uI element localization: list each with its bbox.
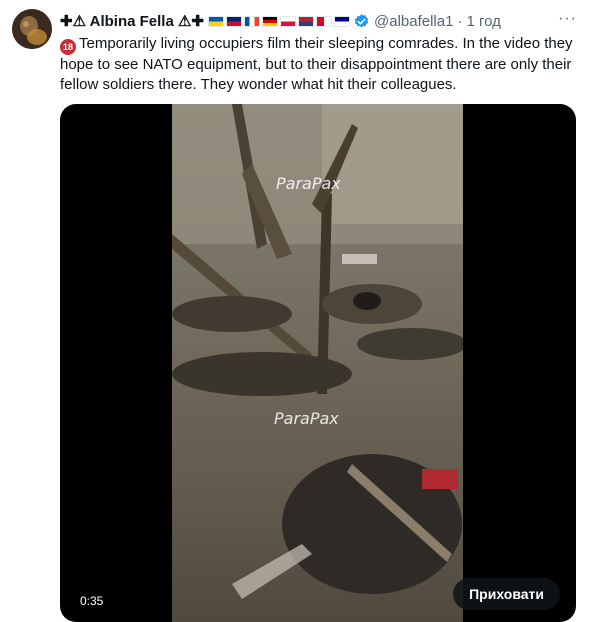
tweet-timestamp[interactable]: 1 год <box>466 13 500 30</box>
watermark: ParaPax <box>276 174 341 193</box>
video-player[interactable]: ParaPax ParaPax 0:35 Приховати <box>60 104 576 622</box>
germany-flag-icon <box>262 15 278 27</box>
video-duration: 0:35 <box>80 594 104 608</box>
ukraine-flag-icon <box>208 15 224 27</box>
france-flag-icon <box>244 15 260 27</box>
separator-dot: · <box>457 12 463 30</box>
author-name[interactable]: ✚⚠ Albina Fella ⚠✚ <box>60 12 204 30</box>
tweet-text: 18 Temporarily living occupiers film thei… <box>60 34 580 95</box>
usa-flag-icon <box>298 15 314 27</box>
australia-flag-icon <box>334 15 350 27</box>
tweet[interactable]: ✚⚠ Albina Fella ⚠✚ @albafella1 · 1 год ·… <box>0 0 591 622</box>
tweet-header: ✚⚠ Albina Fella ⚠✚ @albafella1 · 1 год <box>60 11 579 31</box>
video-frame[interactable]: ParaPax ParaPax <box>172 104 463 622</box>
age-restricted-18-icon: 18 <box>60 39 76 55</box>
poland-flag-icon <box>280 15 296 27</box>
canada-flag-icon <box>316 15 332 27</box>
author-handle[interactable]: @albafella1 <box>374 13 453 30</box>
watermark: ParaPax <box>274 409 339 428</box>
hide-media-button[interactable]: Приховати <box>453 578 560 610</box>
tweet-body: Temporarily living occupiers film their … <box>60 35 573 93</box>
verified-badge-icon <box>353 13 370 30</box>
flag-list <box>208 15 350 27</box>
more-options-icon[interactable]: ··· <box>558 10 577 28</box>
uk-flag-icon <box>226 15 242 27</box>
avatar[interactable] <box>12 9 52 49</box>
